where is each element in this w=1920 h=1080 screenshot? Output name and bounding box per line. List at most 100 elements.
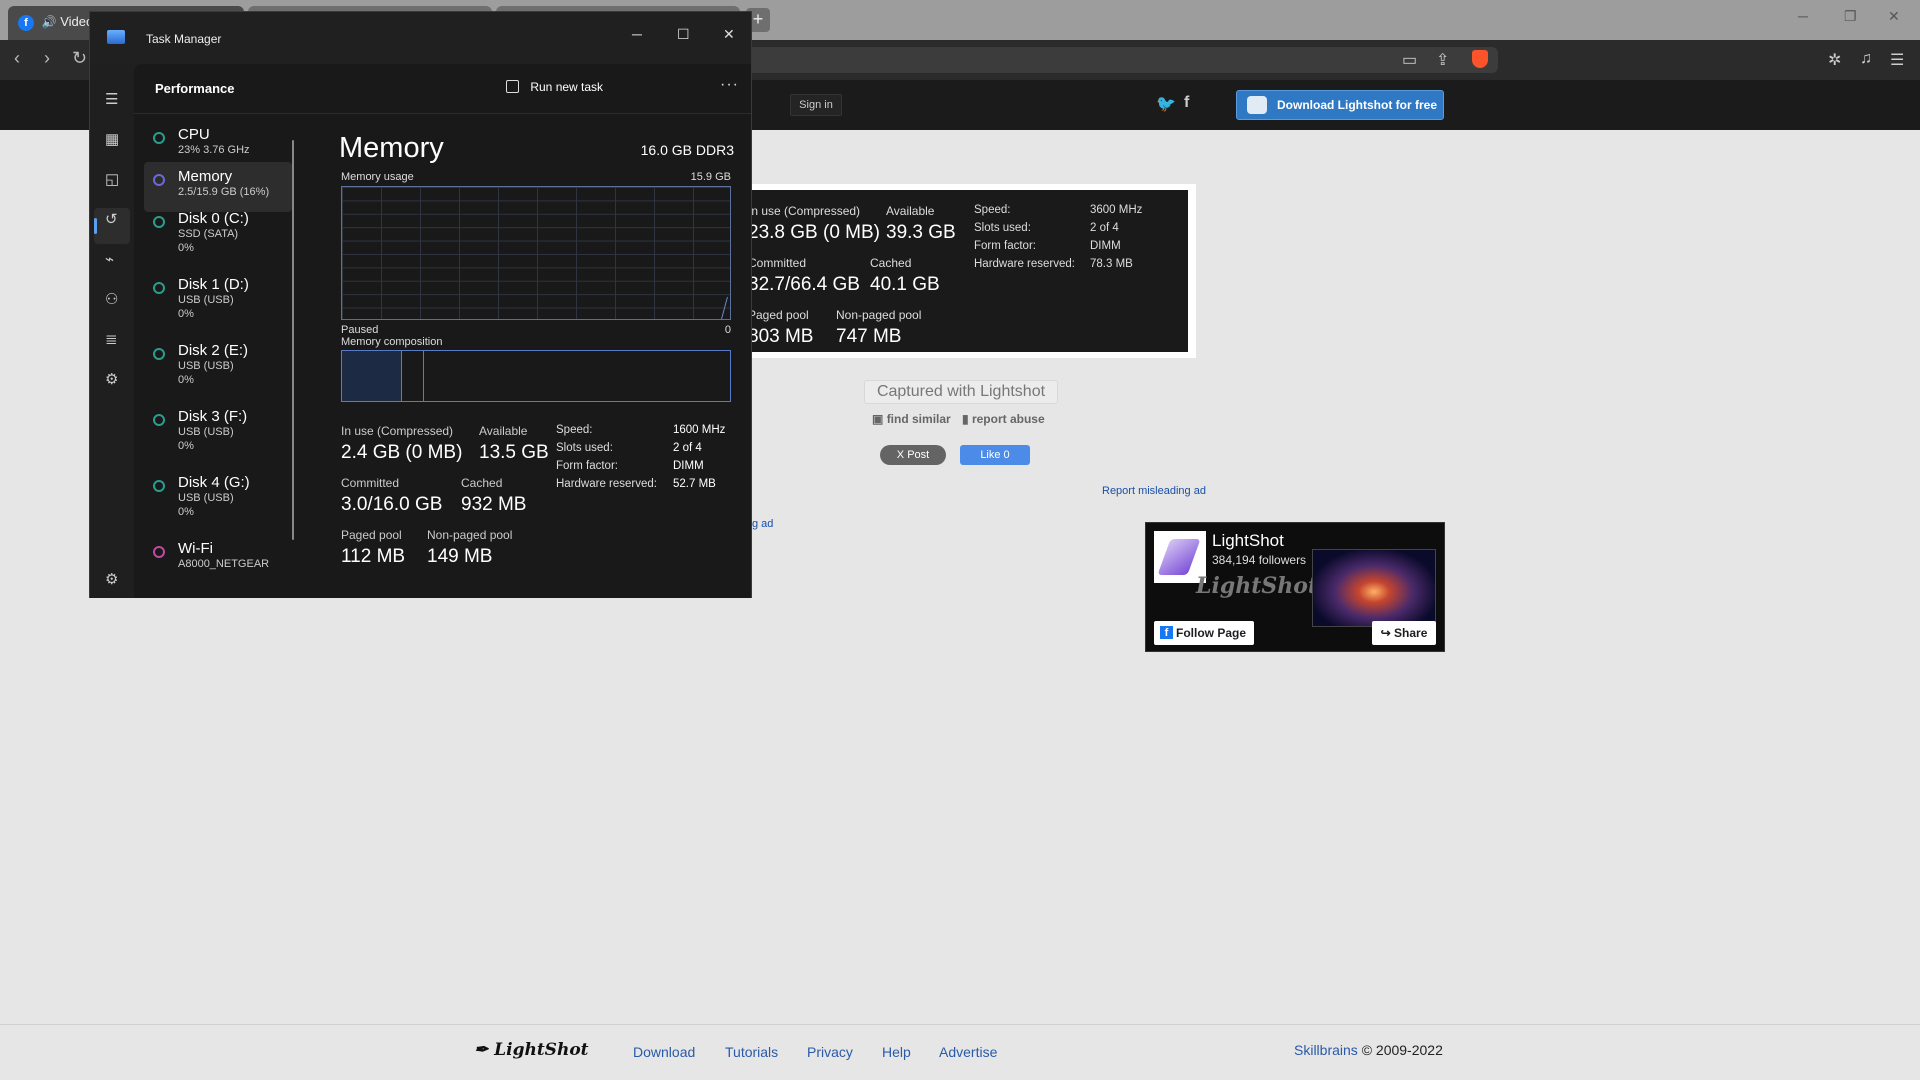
facebook-icon[interactable]: f (1184, 94, 1189, 112)
feather-icon: ✒ (474, 1040, 489, 1060)
cached-value: 932 MB (461, 494, 527, 515)
minimize-icon[interactable]: ─ (1798, 8, 1808, 24)
device-name: Wi-Fi (178, 540, 213, 557)
performance-icon[interactable]: ◱ (105, 170, 119, 188)
task-manager-content: Performance Run new task ··· CPU 23% 3.7… (134, 64, 751, 598)
device-detail: A8000_NETGEAR (178, 558, 270, 570)
users-icon[interactable]: ⚇ (105, 290, 118, 308)
device-disk-2[interactable]: Disk 2 (E:) USB (USB) 0% (144, 336, 292, 400)
extensions-icon[interactable]: ✲ (1828, 50, 1841, 70)
run-new-task-label: Run new task (530, 80, 604, 94)
facebook-like-button[interactable]: Like 0 (960, 445, 1030, 465)
paged-pool-value: 112 MB (341, 546, 406, 567)
device-wifi[interactable]: Wi-Fi A8000_NETGEAR (144, 534, 292, 598)
footer-link-privacy[interactable]: Privacy (807, 1044, 853, 1060)
shot-hw-value: 78.3 MB (1090, 258, 1133, 270)
device-disk-0[interactable]: Disk 0 (C:) SSD (SATA) 0% (144, 204, 292, 268)
brave-shield-icon[interactable] (1472, 50, 1488, 68)
hamburger-icon[interactable]: ☰ (105, 90, 118, 108)
speaker-icon[interactable]: 🔊 (42, 15, 57, 29)
close-icon[interactable]: ✕ (1888, 8, 1900, 25)
share-icon[interactable]: ⇪ (1436, 50, 1449, 70)
title-bar[interactable]: Task Manager ─ ☐ ✕ (90, 12, 751, 64)
shot-paged-label: Paged pool (748, 308, 809, 322)
status-dot (153, 132, 165, 144)
x-post-button[interactable]: X Post (880, 445, 946, 465)
forward-icon[interactable]: › (44, 48, 50, 69)
device-name: Disk 3 (F:) (178, 408, 248, 425)
memory-composition-label: Memory composition (341, 336, 443, 348)
task-manager-window[interactable]: Task Manager ─ ☐ ✕ ☰ ▦ ◱ ↺ ⌁ ⚇ ≣ ⚙ ⚙ Per… (89, 11, 752, 598)
device-name: Disk 0 (C:) (178, 210, 249, 227)
device-detail: USB (USB) (178, 426, 234, 438)
report-abuse-link[interactable]: ▮ report abuse (962, 412, 1045, 426)
minimize-icon[interactable]: ─ (632, 26, 642, 42)
maximize-icon[interactable]: ☐ (677, 26, 690, 43)
settings-icon[interactable]: ⚙ (105, 570, 118, 588)
close-icon[interactable]: ✕ (723, 26, 735, 43)
footer-link-download[interactable]: Download (633, 1044, 695, 1060)
follow-page-button[interactable]: Follow Page (1154, 621, 1254, 645)
form-factor-value: DIMM (673, 460, 704, 472)
device-disk-1[interactable]: Disk 1 (D:) USB (USB) 0% (144, 270, 292, 334)
restore-icon[interactable]: ❐ (1844, 8, 1857, 25)
memory-composition-bar[interactable] (341, 350, 731, 402)
run-new-task-button[interactable]: Run new task (506, 80, 603, 94)
task-manager-app-icon (107, 30, 125, 44)
available-label: Available (479, 424, 528, 438)
download-icon (1247, 96, 1267, 114)
footer-link-advertise[interactable]: Advertise (939, 1044, 997, 1060)
device-detail: SSD (SATA) (178, 228, 239, 240)
shot-speed-label: Speed: (974, 204, 1011, 216)
in-use-value: 2.4 GB (0 MB) (341, 442, 463, 463)
processes-icon[interactable]: ▦ (105, 130, 119, 148)
paused-label: Paused (341, 324, 379, 336)
skillbrains-link[interactable]: Skillbrains (1294, 1042, 1358, 1058)
hardware-reserved-value: 52.7 MB (673, 478, 716, 490)
shot-cached-value: 40.1 GB (870, 274, 940, 295)
device-disk-4[interactable]: Disk 4 (G:) USB (USB) 0% (144, 468, 292, 532)
footer-link-tutorials[interactable]: Tutorials (725, 1044, 778, 1060)
status-dot (153, 216, 165, 228)
download-lightshot-button[interactable]: Download Lightshot for free (1236, 90, 1444, 120)
shot-speed-value: 3600 MHz (1090, 204, 1143, 216)
device-detail: 2.5/15.9 GB (16%) (178, 186, 270, 198)
footer-logo[interactable]: ✒ LightShot (474, 1040, 589, 1060)
nav-rail: ☰ ▦ ◱ ↺ ⌁ ⚇ ≣ ⚙ ⚙ (90, 64, 134, 598)
page-title: Performance (155, 81, 235, 96)
details-icon[interactable]: ≣ (105, 330, 118, 348)
report-misleading-ad-link[interactable]: Report misleading ad (1102, 485, 1206, 497)
app-history-icon[interactable]: ↺ (105, 210, 118, 228)
reload-icon[interactable]: ↻ (72, 48, 87, 69)
address-bar[interactable] (740, 47, 1498, 73)
twitter-icon[interactable]: 🐦 (1156, 94, 1176, 114)
memory-spec: 16.0 GB DDR3 (640, 142, 734, 158)
menu-icon[interactable]: ☰ (1890, 50, 1904, 70)
cached-label: Cached (461, 476, 503, 490)
device-disk-3[interactable]: Disk 3 (F:) USB (USB) 0% (144, 402, 292, 466)
fb-page-name[interactable]: LightShot (1212, 531, 1284, 551)
status-dot (153, 546, 165, 558)
footer-link-help[interactable]: Help (882, 1044, 911, 1060)
cast-icon[interactable]: ▭ (1402, 50, 1417, 70)
shot-inuse-value: 23.8 GB (0 MB) (748, 222, 880, 243)
find-similar-link[interactable]: ▣ find similar (872, 412, 951, 426)
sign-in-button[interactable]: Sign in (790, 94, 842, 116)
device-usage: 0% (178, 374, 194, 386)
committed-value: 3.0/16.0 GB (341, 494, 443, 515)
back-icon[interactable]: ‹ (14, 48, 20, 69)
captured-screenshot[interactable]: In use (Compressed) 23.8 GB (0 MB) Avail… (740, 184, 1196, 358)
shot-available-value: 39.3 GB (886, 222, 956, 243)
facebook-page-widget[interactable]: LightShot 384,194 followers LightShot Fo… (1145, 522, 1445, 652)
startup-apps-icon[interactable]: ⌁ (105, 250, 114, 268)
shot-form-value: DIMM (1090, 240, 1121, 252)
media-icon[interactable]: ♫ (1860, 50, 1872, 68)
services-icon[interactable]: ⚙ (105, 370, 118, 388)
more-options-icon[interactable]: ··· (720, 76, 739, 94)
shot-committed-value: 32.7/66.4 GB (748, 274, 860, 295)
memory-title: Memory (339, 132, 444, 164)
memory-detail-panel: Memory 16.0 GB DDR3 Memory usage 15.9 GB… (339, 114, 734, 598)
share-button[interactable]: ↪ Share (1372, 621, 1436, 645)
device-list-scrollbar[interactable] (292, 140, 294, 540)
ad-link[interactable]: g ad (752, 518, 773, 530)
